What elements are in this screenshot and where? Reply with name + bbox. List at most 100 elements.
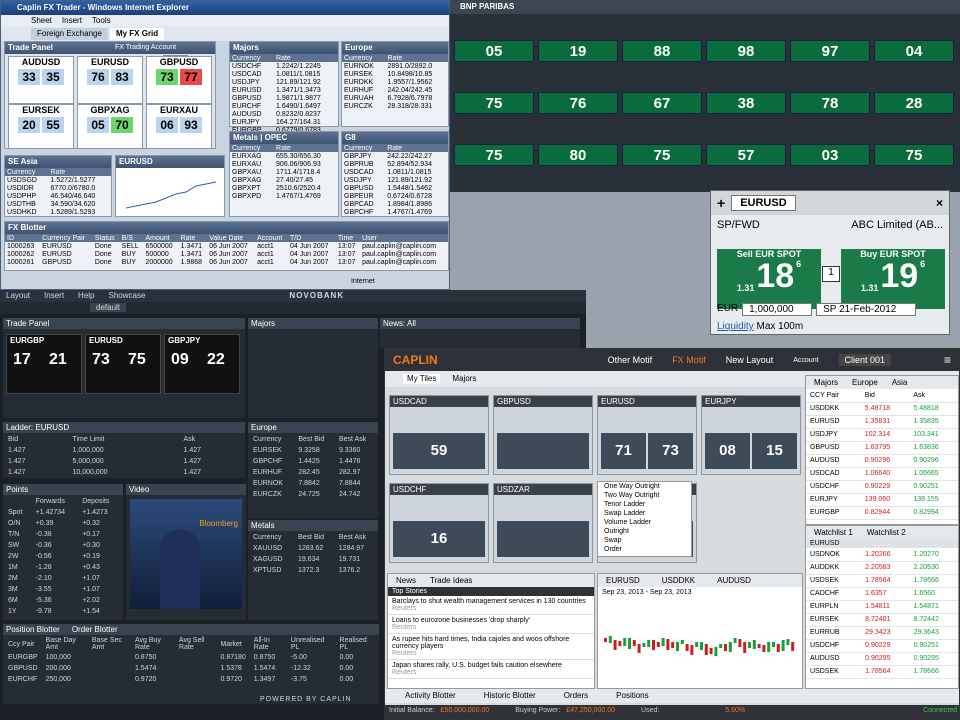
tenor-select[interactable]: SP/FWD — [717, 219, 760, 231]
buy-price[interactable]: 70 — [111, 117, 133, 133]
chart-tab-audusd[interactable]: AUDUSD — [717, 576, 751, 585]
trade-tile-audusd[interactable]: AUDUSD 33 35 — [8, 56, 74, 104]
sell-price[interactable]: 73 — [156, 69, 178, 85]
bnp-price-tile[interactable]: 78 — [790, 92, 870, 114]
tab-my-tiles[interactable]: My Tiles — [403, 374, 441, 384]
buy-price[interactable]: 55 — [42, 117, 64, 133]
bnp-price-tile[interactable]: 57 — [706, 144, 786, 166]
sell-price[interactable]: 33 — [18, 69, 40, 85]
trade-tile-eurxau[interactable]: EURXAU 06 93 — [146, 104, 212, 148]
sell-price[interactable]: 73 — [92, 351, 110, 369]
nav-other-motif[interactable]: Other Motif — [608, 355, 653, 365]
bnp-price-tile[interactable]: 75 — [454, 144, 534, 166]
news-item[interactable]: Barclays to shut wealth management servi… — [388, 596, 594, 615]
chart-tab-eurusd[interactable]: EURUSD — [606, 576, 640, 585]
buy-price[interactable]: 75 — [128, 351, 146, 369]
buy-price[interactable]: 15 — [752, 433, 797, 469]
deal-type-option[interactable]: Outright — [598, 527, 691, 536]
menu-help[interactable]: Help — [78, 291, 94, 301]
bnp-price-tile[interactable]: 75 — [622, 144, 702, 166]
bnp-price-tile[interactable]: 76 — [538, 92, 618, 114]
trade-tile-gbpxag[interactable]: GBPXAG 05 70 — [77, 104, 143, 148]
sell-button[interactable]: Sell EUR SPOT 1.31 18 6 — [717, 249, 821, 309]
bnp-price-tile[interactable]: 80 — [538, 144, 618, 166]
tab-order-blotter[interactable]: Order Blotter — [72, 625, 118, 634]
tab-watchlist-1[interactable]: Watchlist 1 — [814, 528, 853, 537]
pair-select[interactable]: EURUSD — [731, 195, 796, 211]
trade-tile-eurusd[interactable]: EURUSD 76 83 — [77, 56, 143, 104]
tab-historic-blotter[interactable]: Historic Blotter — [484, 691, 536, 701]
buy-price[interactable]: 22 — [207, 351, 225, 369]
tab-news[interactable]: News — [396, 576, 416, 585]
sell-price[interactable]: 71 — [601, 433, 646, 469]
buy-price[interactable]: 83 — [111, 69, 133, 85]
tab-activity-blotter[interactable]: Activity Blotter — [405, 691, 456, 701]
deal-type-option[interactable]: One Way Outright — [598, 482, 691, 491]
sell-price[interactable] — [497, 521, 589, 557]
sell-price[interactable]: 05 — [87, 117, 109, 133]
deal-type-option[interactable]: Swap — [598, 536, 691, 545]
news-item[interactable]: As rupee hits hard times, India cajoles … — [388, 634, 594, 660]
chart-tab-usddkk[interactable]: USDDKK — [662, 576, 695, 585]
deal-type-option[interactable]: Tenor Ladder — [598, 500, 691, 509]
liquidity-link[interactable]: Liquidity — [717, 321, 754, 332]
bnp-price-tile[interactable]: 05 — [454, 40, 534, 62]
rates-tab-asia[interactable]: Asia — [892, 378, 908, 387]
sell-price[interactable]: 16 — [393, 521, 485, 557]
bnp-price-tile[interactable]: 75 — [454, 92, 534, 114]
novo-trade-tile[interactable]: GBPJPY 09 22 — [164, 334, 240, 394]
sell-price[interactable]: 17 — [13, 351, 31, 369]
buy-price[interactable]: 21 — [49, 351, 67, 369]
bnp-price-tile[interactable]: 28 — [874, 92, 954, 114]
caplin-trade-tile[interactable]: USDZAR — [493, 483, 593, 563]
caplin-trade-tile[interactable]: EURJPY 08 15 — [701, 395, 801, 475]
menu-icon[interactable]: ≡ — [944, 353, 951, 367]
buy-button[interactable]: Buy EUR SPOT 1.31 19 6 — [841, 249, 945, 309]
sell-price[interactable]: 06 — [156, 117, 178, 133]
deal-type-option[interactable]: Order — [598, 545, 691, 554]
bnp-price-tile[interactable]: 19 — [538, 40, 618, 62]
menu-insert[interactable]: Insert — [62, 16, 82, 26]
tab-majors[interactable]: Majors — [452, 374, 476, 384]
buy-price[interactable]: 77 — [180, 69, 202, 85]
bnp-price-tile[interactable]: 67 — [622, 92, 702, 114]
account-select[interactable]: Client 001 — [838, 354, 892, 366]
tab-default[interactable]: default — [90, 303, 127, 312]
ccy-toggle[interactable]: EUR — [717, 303, 738, 316]
sell-price[interactable]: 09 — [171, 351, 189, 369]
bnp-price-tile[interactable]: 75 — [874, 144, 954, 166]
menu-layout[interactable]: Layout — [6, 291, 30, 301]
tab-orders[interactable]: Orders — [564, 691, 588, 701]
client-select[interactable]: ABC Limited (AB... — [851, 219, 943, 231]
deal-type-option[interactable]: Swap Ladder — [598, 509, 691, 518]
trade-tile-gbpusd[interactable]: GBPUSD 73 77 — [146, 56, 212, 104]
sell-price[interactable]: 76 — [87, 69, 109, 85]
menu-showcase[interactable]: Showcase — [109, 291, 146, 301]
nav-fx-motif[interactable]: FX Motif — [672, 355, 706, 365]
tab-foreign-exchange[interactable]: Foreign Exchange — [31, 28, 108, 40]
tab-positions[interactable]: Positions — [616, 691, 648, 701]
bnp-price-tile[interactable]: 88 — [622, 40, 702, 62]
bnp-price-tile[interactable]: 03 — [790, 144, 870, 166]
video-frame[interactable]: Bloomberg — [130, 499, 242, 609]
buy-price[interactable]: 73 — [648, 433, 693, 469]
bnp-price-tile[interactable]: 97 — [790, 40, 870, 62]
tab-my-fx-grid[interactable]: My FX Grid — [109, 28, 165, 40]
novo-trade-tile[interactable]: EURUSD 73 75 — [85, 334, 161, 394]
menu-sheet[interactable]: Sheet — [31, 16, 52, 26]
add-icon[interactable]: + — [717, 195, 725, 211]
bnp-price-tile[interactable]: 38 — [706, 92, 786, 114]
deal-type-option[interactable]: Volume Ladder — [598, 518, 691, 527]
close-icon[interactable]: × — [936, 196, 943, 210]
caplin-trade-tile[interactable]: USDCHF 16 — [389, 483, 489, 563]
tab-position-blotter[interactable]: Position Blotter — [6, 625, 60, 634]
caplin-trade-tile[interactable]: GBPUSD — [493, 395, 593, 475]
amount-input[interactable]: 1,000,000 — [742, 303, 813, 316]
novo-trade-tile[interactable]: EURGBP 17 21 — [6, 334, 82, 394]
rates-tab-europe[interactable]: Europe — [852, 378, 878, 387]
news-item[interactable]: Japan shares rally, U.S. budget fails ca… — [388, 660, 594, 679]
caplin-trade-tile[interactable]: USDCAD 59 — [389, 395, 489, 475]
sell-price[interactable]: 08 — [705, 433, 750, 469]
bnp-price-tile[interactable]: 04 — [874, 40, 954, 62]
tab-trade-ideas[interactable]: Trade Ideas — [430, 576, 472, 585]
